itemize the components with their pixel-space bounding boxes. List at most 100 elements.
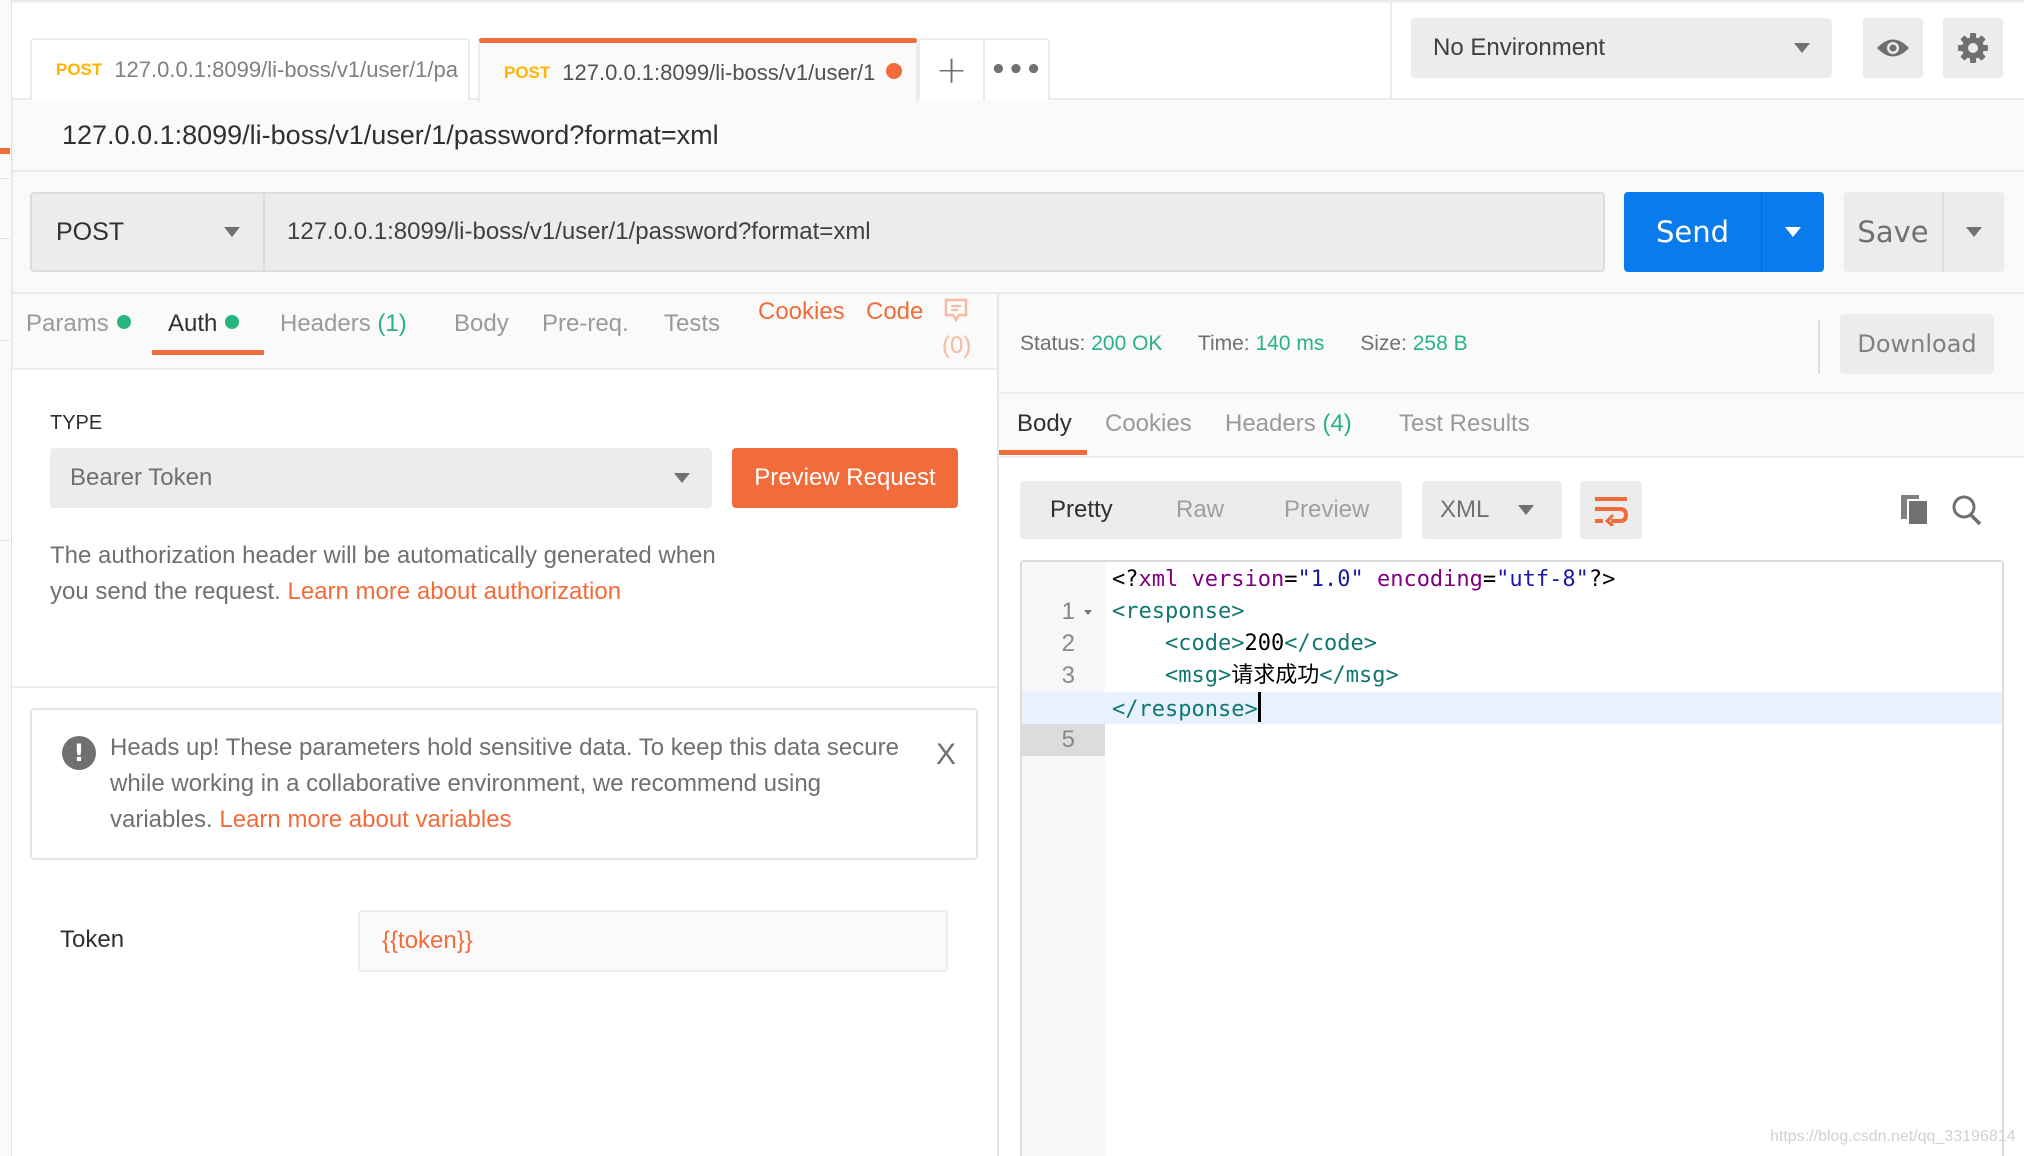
headers-count: (4) bbox=[1322, 410, 1352, 437]
chevron-down-icon bbox=[1794, 43, 1810, 53]
language-value: XML bbox=[1440, 496, 1490, 523]
tab-label: Headers bbox=[1225, 410, 1316, 437]
preview-request-button[interactable]: Preview Request bbox=[732, 448, 958, 508]
auth-type-value: Bearer Token bbox=[70, 464, 213, 491]
chevron-down-icon bbox=[224, 227, 240, 237]
divider bbox=[0, 178, 10, 179]
divider bbox=[12, 170, 2024, 172]
comments-button[interactable] bbox=[944, 298, 968, 331]
request-tab[interactable]: POST 127.0.0.1:8099/li-boss/v1/user/1/pa bbox=[30, 38, 470, 100]
tab-response-headers[interactable]: Headers (4) bbox=[1225, 410, 1352, 438]
auth-type-select[interactable]: Bearer Token bbox=[50, 448, 712, 508]
tab-label: Headers bbox=[280, 310, 371, 337]
environment-select[interactable]: No Environment bbox=[1411, 18, 1832, 78]
fold-arrow-icon[interactable] bbox=[1084, 610, 1092, 615]
tab-body[interactable]: Body bbox=[454, 310, 509, 338]
send-button[interactable]: Send bbox=[1624, 192, 1762, 272]
warning-icon: ! bbox=[62, 736, 96, 770]
divider bbox=[1818, 320, 1820, 374]
code-token: encoding bbox=[1376, 567, 1483, 592]
gear-icon bbox=[1958, 33, 1988, 63]
code-line: 2 <response> bbox=[1022, 596, 2002, 657]
type-label: TYPE bbox=[50, 412, 103, 434]
url-input[interactable]: 127.0.0.1:8099/li-boss/v1/user/1/passwor… bbox=[263, 192, 1605, 272]
eye-icon bbox=[1877, 39, 1909, 57]
wrap-lines-button[interactable] bbox=[1580, 481, 1642, 539]
token-input[interactable]: {{token}} bbox=[358, 910, 948, 972]
chevron-down-icon bbox=[1518, 505, 1534, 515]
environment-quick-look-button[interactable] bbox=[1863, 18, 1923, 78]
tab-test-results[interactable]: Test Results bbox=[1399, 410, 1530, 438]
save-button[interactable]: Save bbox=[1844, 192, 1944, 272]
search-icon bbox=[1952, 495, 1982, 526]
learn-more-variables-link[interactable]: Learn more about variables bbox=[219, 806, 511, 833]
download-button[interactable]: Download bbox=[1840, 314, 1994, 374]
status-value: 200 OK bbox=[1091, 332, 1163, 355]
tab-tests[interactable]: Tests bbox=[664, 310, 720, 338]
code-token: </msg> bbox=[1319, 663, 1399, 688]
code-token: <code> bbox=[1164, 631, 1245, 656]
search-button[interactable] bbox=[1952, 494, 1982, 530]
chevron-down-icon bbox=[674, 473, 690, 483]
tab-method: POST bbox=[56, 60, 103, 79]
chevron-down-icon bbox=[1785, 227, 1801, 237]
tab-response-cookies[interactable]: Cookies bbox=[1105, 410, 1192, 438]
copy-button[interactable] bbox=[1900, 494, 1930, 530]
active-tab-underline bbox=[999, 450, 1087, 455]
close-icon[interactable]: X bbox=[936, 738, 956, 772]
divider bbox=[12, 686, 997, 688]
format-toggle: Pretty Raw Preview bbox=[1020, 481, 1402, 539]
new-tab-button[interactable]: + bbox=[920, 40, 983, 100]
wrap-icon bbox=[1595, 497, 1628, 526]
code-token: = bbox=[1482, 567, 1497, 592]
tab-auth[interactable]: Auth bbox=[168, 310, 240, 338]
divider bbox=[0, 238, 10, 239]
tab-response-body[interactable]: Body bbox=[1017, 410, 1072, 438]
chevron-down-icon bbox=[1966, 227, 1982, 237]
time-label: Time: bbox=[1197, 332, 1250, 355]
sidebar-active-marker bbox=[0, 148, 10, 154]
response-tabs: Body Cookies Headers (4) Test Results bbox=[999, 394, 2024, 456]
code-line-active: 5 </response> bbox=[1022, 692, 2002, 756]
tab-params[interactable]: Params bbox=[26, 310, 131, 338]
tab-prereq[interactable]: Pre-req. bbox=[542, 310, 629, 338]
top-shadow bbox=[12, 0, 2024, 4]
tab-headers[interactable]: Headers (1) bbox=[280, 310, 407, 338]
size-label: Size: bbox=[1360, 332, 1407, 355]
status-dot-icon bbox=[116, 315, 131, 329]
code-token: "1.0" bbox=[1297, 567, 1364, 592]
learn-more-authorization-link[interactable]: Learn more about authorization bbox=[288, 578, 622, 605]
code-token: <response> bbox=[1112, 599, 1245, 624]
tab-actions: + ••• bbox=[918, 38, 1050, 100]
status-dot-icon bbox=[225, 315, 240, 329]
save-options-button[interactable] bbox=[1944, 192, 2004, 272]
code-token: 200 bbox=[1244, 631, 1285, 656]
raw-button[interactable]: Raw bbox=[1176, 496, 1224, 524]
comment-icon bbox=[944, 298, 968, 323]
code-token: version bbox=[1191, 567, 1285, 592]
active-tab-underline bbox=[152, 350, 264, 355]
code-token: <? bbox=[1112, 567, 1139, 592]
response-meta: Status: 200 OK Time: 140 ms Size: 258 B bbox=[1020, 332, 1468, 356]
code-link[interactable]: Code bbox=[866, 298, 923, 326]
copy-icon bbox=[1901, 495, 1929, 526]
pretty-button[interactable]: Pretty bbox=[1050, 496, 1113, 524]
language-select[interactable]: XML bbox=[1422, 481, 1562, 539]
tab-url: 127.0.0.1:8099/li-boss/v1/user/1 bbox=[562, 59, 876, 85]
send-options-button[interactable] bbox=[1762, 192, 1824, 272]
tab-label: Auth bbox=[168, 310, 218, 337]
more-tabs-button[interactable]: ••• bbox=[983, 40, 1048, 100]
status-label: Status: bbox=[1020, 332, 1086, 355]
preview-button[interactable]: Preview bbox=[1284, 496, 1369, 524]
alert-text: Heads up! These parameters hold sensitiv… bbox=[110, 730, 930, 838]
environment-value: No Environment bbox=[1433, 34, 1606, 61]
comments-count: (0) bbox=[942, 332, 972, 359]
request-title[interactable]: 127.0.0.1:8099/li-boss/v1/user/1/passwor… bbox=[62, 120, 719, 151]
settings-button[interactable] bbox=[1943, 18, 2003, 78]
request-tab-active[interactable]: POST 127.0.0.1:8099/li-boss/v1/user/1 bbox=[478, 38, 918, 102]
size-value: 258 B bbox=[1412, 332, 1468, 355]
cookies-link[interactable]: Cookies bbox=[758, 298, 845, 326]
method-select[interactable]: POST bbox=[30, 192, 264, 272]
response-editor[interactable]: 1 <?xml version="1.0" encoding="utf-8"?>… bbox=[1020, 560, 2004, 1156]
code-token: <msg> bbox=[1164, 663, 1232, 688]
